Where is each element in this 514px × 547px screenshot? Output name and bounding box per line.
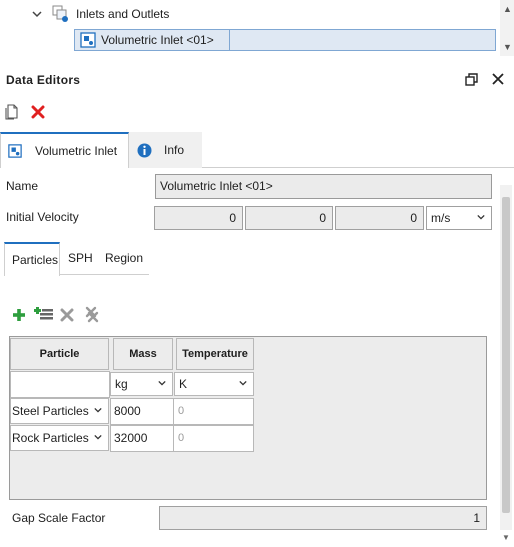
name-field[interactable]: Volumetric Inlet <01> — [155, 174, 492, 199]
info-icon — [137, 143, 152, 157]
particle-select-row-1[interactable]: Steel Particles — [10, 398, 109, 424]
add-icon[interactable] — [12, 308, 26, 322]
column-header-temperature[interactable]: Temperature — [176, 338, 254, 370]
tree-item-volumetric-inlet[interactable]: Volumetric Inlet <01> — [101, 33, 214, 47]
scroll-up-icon[interactable]: ▲ — [503, 4, 512, 14]
tree-item-divider — [229, 29, 230, 51]
temperature-value: 0 — [178, 405, 185, 417]
volumetric-inlet-icon — [80, 32, 96, 48]
remove-icon[interactable] — [60, 308, 74, 322]
mass-unit-value: kg — [115, 377, 128, 391]
delete-red-x-icon[interactable] — [31, 105, 45, 119]
temperature-unit-value: K — [179, 377, 188, 391]
velocity-y-field[interactable]: 0 — [245, 206, 333, 230]
temperature-cell-row-2[interactable]: 0 — [173, 425, 254, 452]
mass-value: 8000 — [114, 404, 141, 418]
column-header-mass[interactable]: Mass — [113, 338, 173, 370]
particle-value: Rock Particles — [12, 431, 89, 445]
tree-item-inlets-outlets[interactable]: Inlets and Outlets — [76, 7, 169, 21]
temperature-value: 0 — [178, 432, 185, 444]
mass-cell-row-1[interactable]: 8000 — [110, 398, 174, 425]
mass-unit-select[interactable]: kg — [110, 372, 173, 396]
chevron-down-icon — [477, 214, 485, 220]
initial-velocity-label: Initial Velocity — [6, 210, 79, 224]
temperature-cell-row-1[interactable]: 0 — [173, 398, 254, 425]
particle-select-row-2[interactable]: Rock Particles — [10, 425, 109, 451]
tab-label: Volumetric Inlet — [35, 144, 118, 158]
chevron-down-icon — [158, 380, 166, 386]
chevron-down-icon[interactable] — [32, 9, 42, 19]
volumetric-inlet-icon — [8, 144, 22, 158]
particle-value: Steel Particles — [12, 404, 89, 418]
chevron-down-icon — [94, 407, 102, 413]
add-list-icon[interactable] — [34, 306, 54, 322]
scrollbar-thumb[interactable] — [502, 197, 510, 513]
subtab-strip-line — [59, 274, 149, 275]
name-value: Volumetric Inlet <01> — [160, 179, 273, 193]
panel-scrollbar[interactable] — [500, 185, 512, 530]
subtab-label: Particles — [12, 253, 59, 267]
units-cell-particle — [10, 371, 110, 398]
inlets-outlets-icon — [52, 5, 68, 22]
close-icon[interactable] — [492, 73, 504, 85]
velocity-x-field[interactable]: 0 — [154, 206, 243, 230]
subtab-region[interactable]: Region — [105, 251, 143, 265]
temperature-unit-select[interactable]: K — [174, 372, 254, 396]
gap-scale-factor-label: Gap Scale Factor — [12, 511, 106, 525]
velocity-unit-select[interactable]: m/s — [426, 206, 492, 230]
tab-label: Info — [164, 143, 185, 157]
mass-cell-row-2[interactable]: 32000 — [110, 425, 174, 452]
scroll-down-icon[interactable]: ▼ — [503, 42, 512, 52]
scroll-down-icon[interactable]: ▼ — [502, 533, 510, 542]
column-header-particle[interactable]: Particle — [10, 338, 109, 370]
gap-scale-factor-field[interactable]: 1 — [159, 506, 487, 530]
tree-panel: Inlets and Outlets Volumetric Inlet <01> — [0, 0, 500, 56]
copy-icon[interactable] — [5, 104, 19, 120]
velocity-z-field[interactable]: 0 — [335, 206, 424, 230]
subtab-particles[interactable]: Particles — [4, 242, 60, 276]
velocity-unit-value: m/s — [431, 211, 451, 225]
subtab-sph[interactable]: SPH — [68, 251, 93, 265]
name-label: Name — [6, 179, 39, 193]
tab-info[interactable]: Info — [129, 132, 202, 168]
restore-window-icon[interactable] — [465, 73, 478, 86]
mass-value: 32000 — [114, 431, 148, 445]
tree-scrollbar[interactable]: ▲ ▼ — [500, 0, 514, 56]
tab-volumetric-inlet[interactable]: Volumetric Inlet — [0, 132, 129, 168]
chevron-down-icon — [239, 380, 247, 386]
chevron-down-icon — [94, 434, 102, 440]
remove-all-icon[interactable] — [84, 306, 100, 323]
panel-title: Data Editors — [6, 73, 81, 87]
